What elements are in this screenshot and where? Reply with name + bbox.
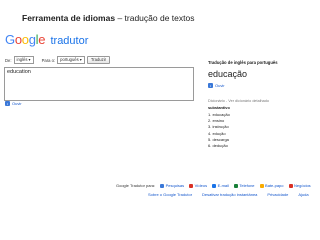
footer-link-privacy[interactable]: Privacidade <box>267 192 288 197</box>
chevron-down-icon: ▾ <box>79 57 82 62</box>
translation-list: 1. educação 2. ensino 3. instrução 4. ed… <box>208 112 230 149</box>
target-language-value: português <box>60 57 79 62</box>
speaker-icon: ♪ <box>5 101 10 106</box>
source-language-value: inglês <box>16 57 28 62</box>
page-heading: Ferramenta de idiomas – tradução de text… <box>22 13 194 23</box>
result-heading: Tradução de inglês para português <box>208 60 278 65</box>
logo-product-name: tradutor <box>50 35 89 47</box>
list-item: 6. dedução <box>208 143 228 149</box>
phone-icon <box>233 183 238 188</box>
footer-link-disable-instant[interactable]: Desativar tradução instantânea <box>202 192 257 197</box>
chat-icon <box>259 183 264 188</box>
translate-button[interactable]: Traduzir <box>86 56 111 64</box>
footer-link-help[interactable]: Ajuda <box>298 192 308 197</box>
magnifier-icon <box>160 183 165 188</box>
source-text-value: education <box>7 69 31 75</box>
result-listen-label: Ouvir <box>215 83 225 88</box>
footer-link-videos[interactable]: Vídeos <box>189 183 207 188</box>
source-listen-label: Ouvir <box>12 101 22 106</box>
footer-link-email[interactable]: E-mail <box>212 183 229 188</box>
source-language-select[interactable]: inglês ▾ <box>13 56 34 64</box>
footer-link-business[interactable]: Negócios <box>288 183 311 188</box>
footer-link-about[interactable]: Sobre o Google Tradutor <box>148 192 192 197</box>
part-of-speech: substantivo <box>208 105 230 110</box>
business-icon <box>288 183 293 188</box>
footer-link-search[interactable]: Pesquisas <box>160 183 184 188</box>
google-translate-logo[interactable]: Google tradutor <box>5 32 89 47</box>
heading-subtitle: – tradução de textos <box>117 13 195 23</box>
list-item: 3. instrução <box>208 124 229 130</box>
chevron-down-icon: ▾ <box>28 57 31 62</box>
video-icon <box>189 183 194 188</box>
footer-link-phone[interactable]: Telefone <box>233 183 255 188</box>
google-logo-text: Google <box>5 32 46 47</box>
heading-title: Ferramenta de idiomas <box>22 13 116 23</box>
tools-label: Google Tradutor para: <box>116 183 156 188</box>
footer-link-chat[interactable]: Bate-papo <box>259 183 284 188</box>
source-listen-button[interactable]: ♪ Ouvir <box>5 101 22 106</box>
speaker-icon: ♪ <box>208 83 213 88</box>
footer-links: Sobre o Google Tradutor Desativar traduç… <box>148 192 309 197</box>
from-label: De: <box>5 57 12 63</box>
dictionary-note[interactable]: Dicionário - Ver dicionário detalhado <box>208 99 269 103</box>
target-language-select[interactable]: português ▾ <box>57 56 85 64</box>
tools-bar: Google Tradutor para: Pesquisas Vídeos E… <box>116 183 311 188</box>
result-listen-button[interactable]: ♪ Ouvir <box>208 83 225 88</box>
source-text-input[interactable]: education <box>4 67 194 101</box>
mail-icon <box>212 183 217 188</box>
language-toolbar: De: inglês ▾ Para o: português ▾ Traduzi… <box>5 56 111 64</box>
result-word: educação <box>208 69 248 79</box>
to-label: Para o: <box>41 57 56 63</box>
